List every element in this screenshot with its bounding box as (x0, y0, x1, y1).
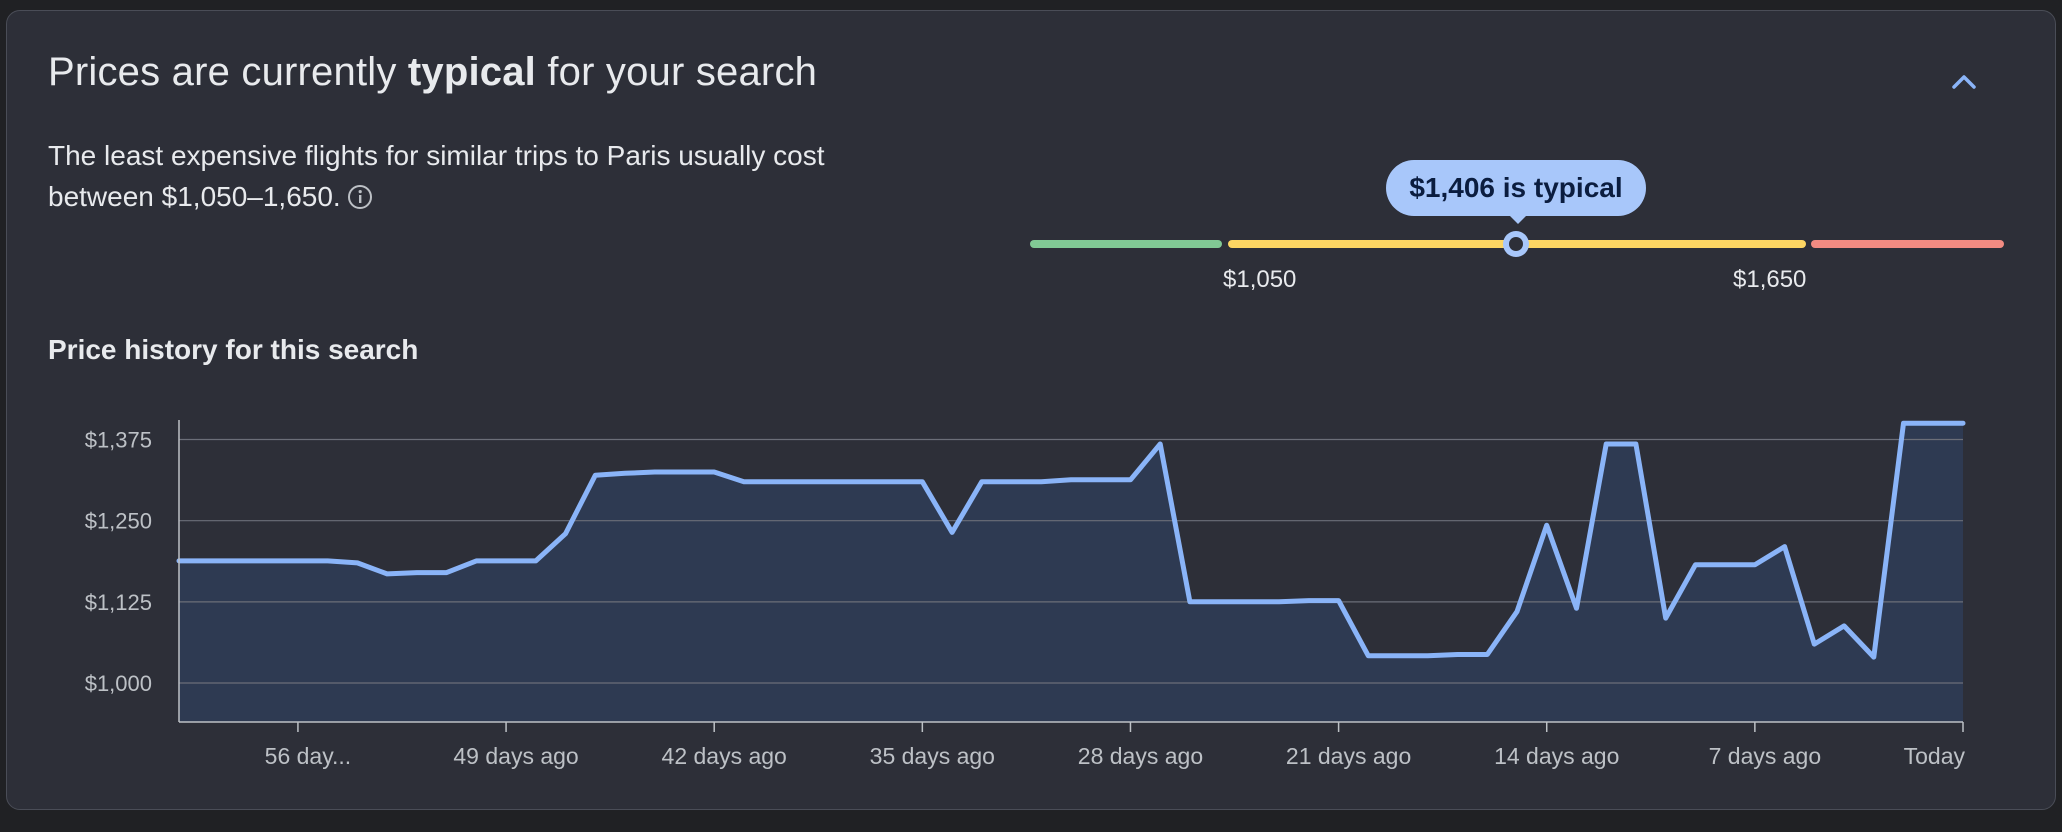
x-tick-label: 28 days ago (1078, 743, 1203, 769)
x-tick-label: 56 day... (265, 743, 352, 769)
x-tick-label: 42 days ago (662, 743, 787, 769)
x-tick-label: 14 days ago (1494, 743, 1619, 769)
y-tick-label: $1,375 (85, 427, 152, 452)
y-tick-label: $1,000 (85, 671, 152, 696)
x-tick-label: 7 days ago (1709, 743, 1822, 769)
x-tick-label: Today (1904, 743, 1966, 769)
y-tick-label: $1,250 (85, 509, 152, 534)
y-tick-label: $1,125 (85, 590, 152, 615)
x-tick-label: 49 days ago (453, 743, 578, 769)
x-tick-label: 21 days ago (1286, 743, 1411, 769)
price-history-chart: $1,000 $1,125 $1,250 $1,375 56 day... 49 days… (85, 420, 1966, 769)
x-tick-label: 35 days ago (870, 743, 995, 769)
